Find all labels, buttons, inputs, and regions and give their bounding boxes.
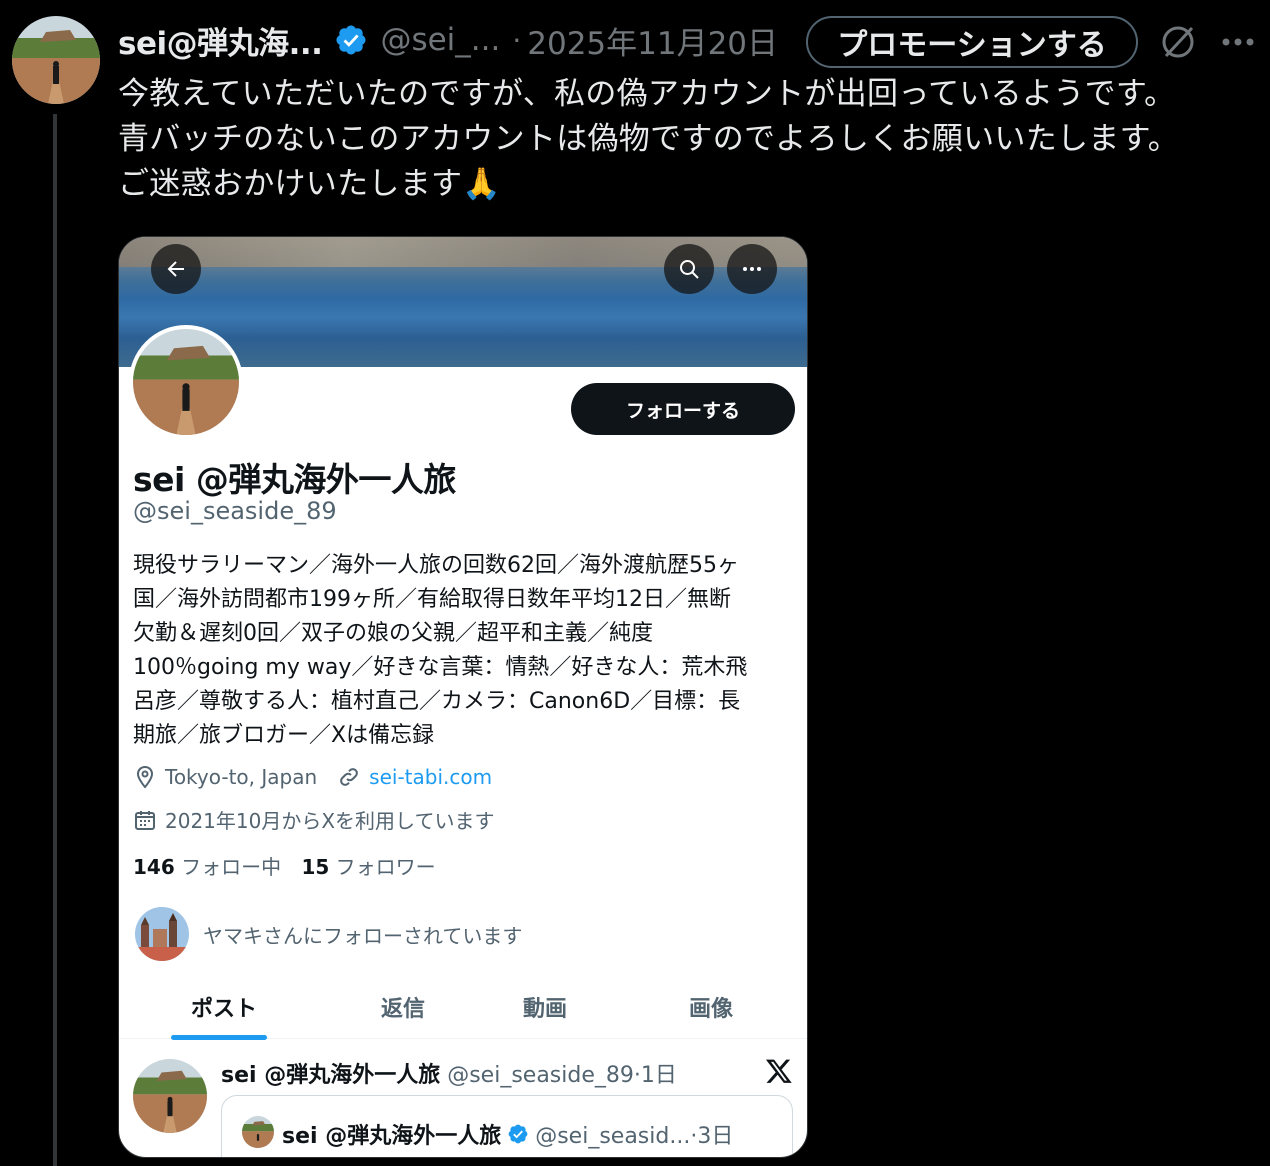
tweet-text-line: 青バッチのないこのアカウントは偽物ですのでよろしくお願いいたします。 [118,121,1180,157]
bio-line: 呂彦／尊敬する人：植村直己／カメラ：Canon6D／目標：長 [133,689,741,714]
bio-line: 現役サラリーマン／海外一人旅の回数62回／海外渡航歴55ヶ [133,553,739,578]
author-handle[interactable]: @sei_... [380,22,500,58]
separator-dot: · [512,23,522,57]
tweet-text: 今教えていただいたのですが、私の偽アカウントが出回っているようです。 青バッチの… [118,72,1258,207]
bio-line: 欠勤＆遅刻0回／双子の娘の父親／超平和主義／純度 [133,621,653,646]
joined-row: 2021年10月からXを利用しています [133,805,494,834]
profile-name: sei @弾丸海外一人旅 [133,460,456,499]
location-text: Tokyo-to, Japan [165,765,318,789]
follow-button: フォローする [571,383,795,435]
follow-stats: 146 フォロー中 15 フォロワー [133,851,436,880]
more-icon [727,244,777,294]
tab-images: 画像 [689,997,734,1022]
bio-line: 国／海外訪問都市199ヶ所／有給取得日数年平均12日／無断 [133,587,731,612]
profile-tabs: ポスト 返信 動画 画像 [119,983,807,1040]
quoted-author-name: sei @弾丸海外一人旅 [282,1124,502,1149]
joined-text: 2021年10月からXを利用しています [165,809,495,833]
verified-badge-icon [508,1124,528,1144]
tab-replies: 返信 [381,997,426,1022]
pray-emoji: 🙏 [462,166,502,202]
attached-screenshot[interactable]: フォローする sei @弾丸海外一人旅 @sei_seaside_89 現役サラ… [118,236,808,1158]
post-author-name: sei @弾丸海外一人旅 [221,1063,441,1088]
promote-button[interactable]: プロモーションする [806,16,1138,68]
location-icon [136,765,154,789]
profile-bio: 現役サラリーマン／海外一人旅の回数62回／海外渡航歴55ヶ 国／海外訪問都市19… [133,549,803,753]
search-icon [664,244,714,294]
followers-label: フォロワー [335,855,436,879]
more-icon[interactable] [1218,26,1258,58]
x-logo-icon [765,1059,792,1083]
quoted-avatar [242,1116,274,1148]
profile-handle: @sei_seaside_89 [133,497,337,525]
followed-by-text: ヤマキさんにフォローされています [203,923,523,948]
followers-count: 15 [301,855,330,879]
grok-icon[interactable] [1158,22,1198,62]
thread-line [53,114,57,1166]
bio-line: 期旅／旅ブロガー／Xは備忘録 [133,723,435,748]
author-avatar[interactable] [12,16,100,104]
profile-avatar [129,325,243,439]
tweet-header: sei@弾丸海... @sei_... · 2025年11月20日 プロモーショ… [118,14,1258,68]
verified-badge-icon[interactable] [334,23,368,57]
website-link: sei-tabi.com [369,765,493,789]
link-icon [340,768,359,786]
bio-line: 100％going my way／好きな言葉：情熱／好きな人：荒木飛 [133,655,748,680]
tweet-text-line: ご迷惑おかけいたします🙏 [118,162,1258,207]
following-label: フォロー中 [181,855,282,879]
author-name[interactable]: sei@弾丸海... [118,18,323,63]
post-header: sei @弾丸海外一人旅 @sei_seaside_89·1日 [221,1057,677,1089]
followed-by-row: ヤマキさんにフォローされています [135,907,522,961]
profile-post: sei @弾丸海外一人旅 @sei_seaside_89·1日 sei @弾丸海… [119,1041,807,1157]
tweet-date[interactable]: 2025年11月20日 [527,18,778,63]
follower-avatar [135,907,189,961]
tweet-text-line: 今教えていただいたのですが、私の偽アカウントが出回っているようです。 [118,76,1176,112]
post-avatar [133,1059,207,1133]
tab-videos: 動画 [523,997,568,1022]
quoted-post: sei @弾丸海外一人旅 @sei_seasid...·3日 [221,1095,793,1157]
tab-posts: ポスト [191,997,258,1022]
back-arrow-icon [151,244,201,294]
following-count: 146 [133,855,175,879]
calendar-icon [135,810,155,830]
quoted-handle-time: @sei_seasid...·3日 [535,1124,734,1149]
post-handle-time: @sei_seaside_89·1日 [447,1063,677,1088]
location-link-row: Tokyo-to, Japan sei-tabi.com [133,765,492,789]
quoted-header: sei @弾丸海外一人旅 @sei_seasid...·3日 [282,1118,733,1150]
active-tab-indicator [171,1035,267,1040]
